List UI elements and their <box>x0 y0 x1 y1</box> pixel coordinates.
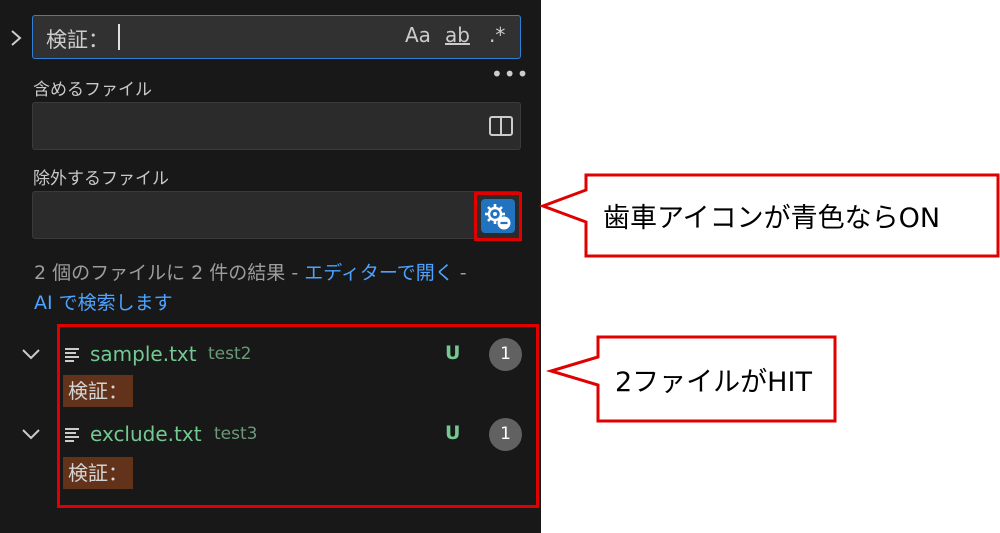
hit-callout-text: 2ファイルがHIT <box>615 367 812 398</box>
callout-bubbles <box>538 173 1000 423</box>
gear-callout-text: 歯車アイコンが青色ならON <box>603 203 941 234</box>
